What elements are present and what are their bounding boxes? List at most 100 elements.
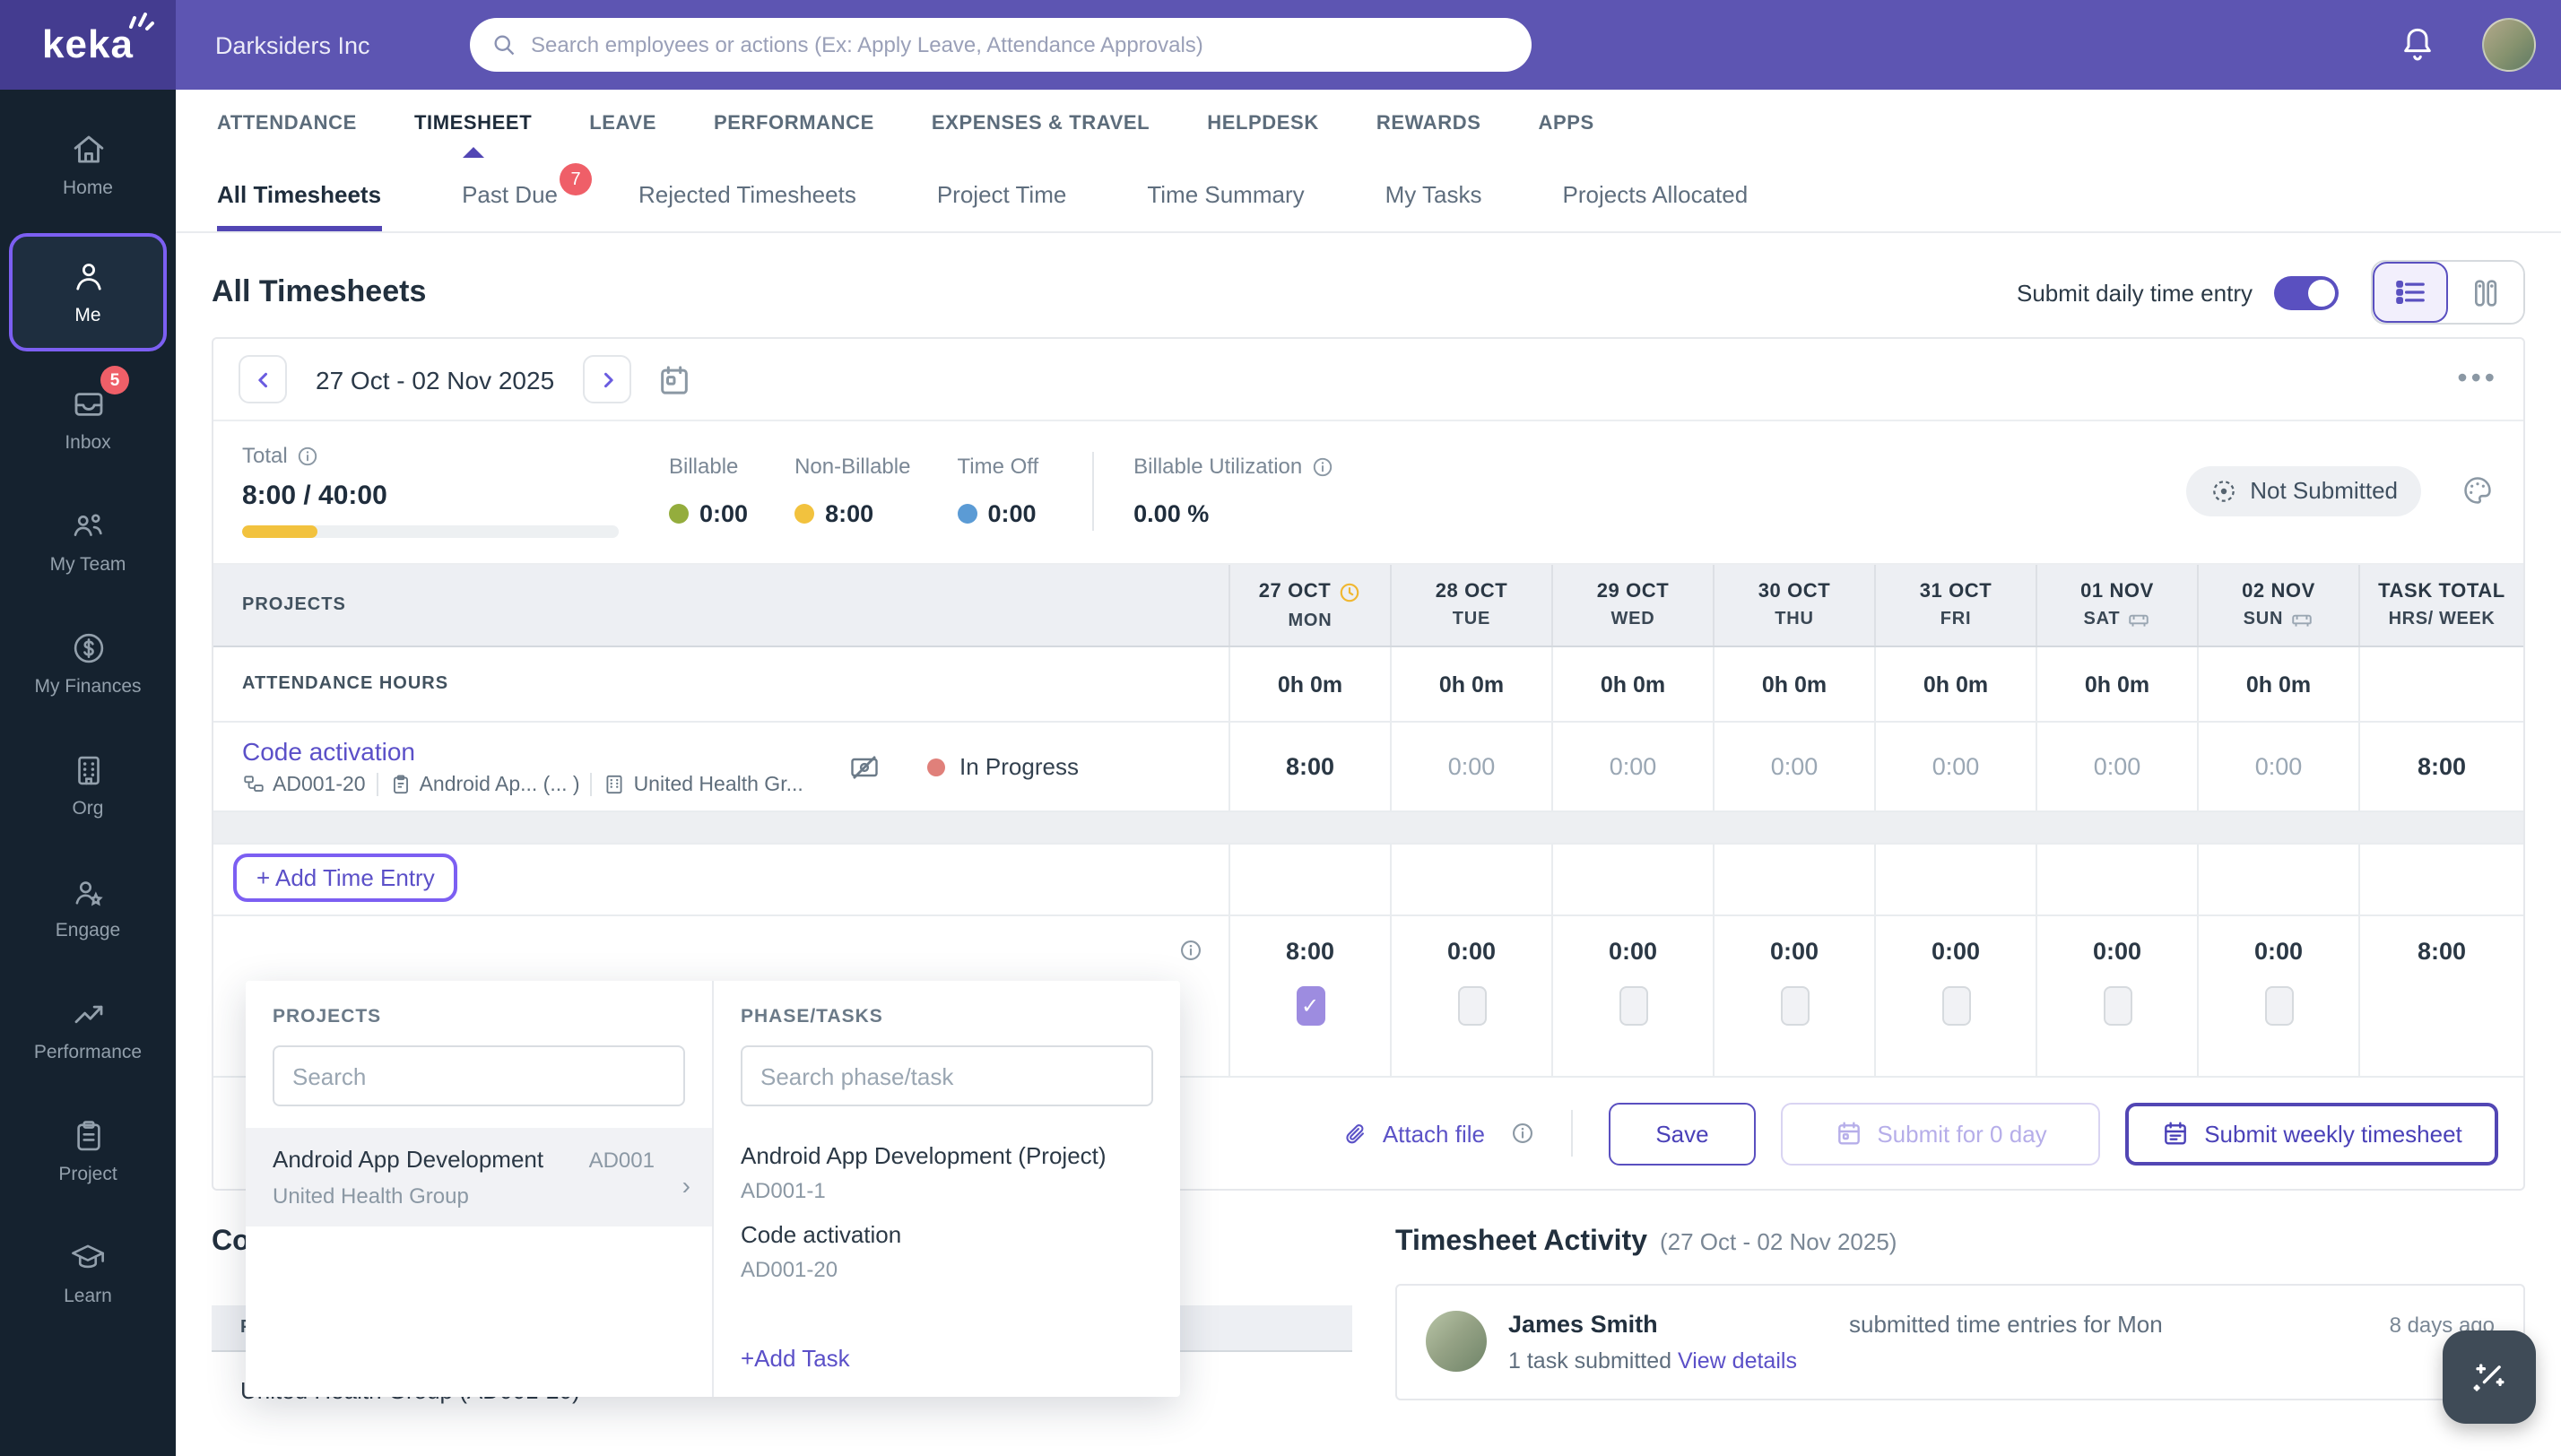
submit-for-day-button[interactable]: Submit for 0 day	[1781, 1102, 2100, 1165]
save-button[interactable]: Save	[1609, 1102, 1756, 1165]
info-icon[interactable]	[1178, 938, 1203, 963]
time-cell[interactable]: 0:00	[2197, 723, 2358, 810]
user-avatar[interactable]	[2482, 18, 2536, 72]
task-code: AD001-20	[273, 774, 366, 795]
day-header-tue: 28 OCT TUE	[1390, 565, 1551, 646]
sidebar-item-home[interactable]: Home	[0, 104, 176, 226]
status-badge: Not Submitted	[2185, 465, 2421, 516]
task-title-link[interactable]: Code activation	[242, 737, 834, 766]
entry-day-cell[interactable]: 0:00	[1390, 916, 1551, 1076]
entry-day-cell[interactable]: 0:00	[1551, 916, 1713, 1076]
search-input[interactable]	[531, 32, 1510, 57]
attendance-value: 0h 0m	[2245, 672, 2312, 697]
tab-performance[interactable]: PERFORMANCE	[714, 90, 874, 158]
sidebar-item-performance[interactable]: Performance	[0, 968, 176, 1090]
logo-text: keka	[42, 22, 134, 66]
task-search-input[interactable]	[741, 1045, 1153, 1106]
calendar-picker-icon[interactable]	[656, 361, 692, 397]
list-view-icon	[2396, 281, 2425, 304]
total-progress-bar	[242, 525, 619, 538]
company-name: Darksiders Inc	[215, 31, 370, 58]
projects-panel: PROJECTS Android App Development AD001 U…	[246, 981, 712, 1397]
subtab-time-summary[interactable]: Time Summary	[1147, 158, 1304, 231]
project-search-input[interactable]	[273, 1045, 685, 1106]
tab-leave[interactable]: LEAVE	[589, 90, 656, 158]
tab-expenses-travel[interactable]: EXPENSES & TRAVEL	[932, 90, 1150, 158]
subtab-projects-allocated[interactable]: Projects Allocated	[1563, 158, 1749, 231]
info-icon[interactable]	[1311, 455, 1334, 478]
add-time-entry-button[interactable]: + Add Time Entry	[233, 854, 458, 902]
person-icon	[75, 264, 100, 290]
subtab-all-timesheets[interactable]: All Timesheets	[217, 158, 381, 231]
tab-rewards[interactable]: REWARDS	[1376, 90, 1481, 158]
subtab-my-tasks[interactable]: My Tasks	[1385, 158, 1482, 231]
time-cell[interactable]: 0:00	[2036, 723, 2197, 810]
task-option-project[interactable]: Android App Development (Project) AD001-…	[714, 1124, 1180, 1203]
notifications-bell-icon[interactable]	[2400, 25, 2435, 65]
info-icon[interactable]	[1510, 1121, 1535, 1146]
entry-day-cell[interactable]: 0:00	[2036, 916, 2197, 1076]
previous-week-button[interactable]	[239, 355, 287, 403]
learn-cap-icon	[72, 1244, 104, 1269]
tab-apps[interactable]: APPS	[1539, 90, 1594, 158]
sidebar-item-project[interactable]: Project	[0, 1090, 176, 1212]
week-menu-dots[interactable]: •••	[2457, 363, 2498, 395]
stats-row: Total 8:00 / 40:00 Billable 0:00 Non-Bil…	[213, 421, 2523, 565]
time-cell[interactable]: 8:00	[1228, 723, 1390, 810]
info-icon[interactable]	[297, 444, 320, 467]
tab-attendance[interactable]: ATTENDANCE	[217, 90, 357, 158]
task-option-code-activation[interactable]: Code activation AD001-20	[714, 1203, 1180, 1282]
sidebar-item-my-finances[interactable]: My Finances	[0, 602, 176, 724]
entry-day-cell[interactable]: 0:00	[2197, 916, 2358, 1076]
subtab-project-time[interactable]: Project Time	[937, 158, 1067, 231]
assistant-fab-button[interactable]	[2443, 1330, 2536, 1424]
submit-daily-toggle[interactable]	[2274, 275, 2339, 309]
day-checkbox[interactable]	[1457, 986, 1486, 1026]
board-view-button[interactable]	[2448, 262, 2523, 323]
day-checkbox[interactable]	[1296, 986, 1324, 1026]
non-billable-label: Non-Billable	[794, 454, 911, 479]
time-cell[interactable]: 0:00	[1390, 723, 1551, 810]
attendance-value: 0h 0m	[1277, 672, 1343, 697]
sidebar-item-org[interactable]: Org	[0, 724, 176, 846]
submit-weekly-timesheet-button[interactable]: Submit weekly timesheet	[2125, 1102, 2498, 1165]
non-billable-value: 8:00	[825, 500, 874, 527]
project-option-android-app-development[interactable]: Android App Development AD001 United Hea…	[246, 1128, 712, 1226]
in-progress-dot	[927, 758, 945, 776]
day-header-wed: 29 OCT WED	[1551, 565, 1713, 646]
time-cell[interactable]: 0:00	[1874, 723, 2036, 810]
entry-day-cell[interactable]: 8:00	[1228, 916, 1390, 1076]
palette-icon[interactable]	[2461, 473, 2495, 507]
search-icon	[494, 35, 515, 56]
list-view-button[interactable]	[2373, 262, 2448, 323]
time-cell[interactable]: 0:00	[1551, 723, 1713, 810]
add-task-link[interactable]: +Add Task	[714, 1320, 1180, 1397]
entry-day-cell[interactable]: 0:00	[1874, 916, 2036, 1076]
sidebar-item-my-team[interactable]: My Team	[0, 481, 176, 602]
tab-timesheet[interactable]: TIMESHEET	[414, 90, 532, 158]
sidebar-item-inbox[interactable]: 5 Inbox	[0, 359, 176, 481]
phase-tasks-panel-label: PHASE/TASKS	[741, 1006, 883, 1027]
entry-day-cell[interactable]: 0:00	[1713, 916, 1874, 1076]
subtab-past-due[interactable]: Past Due 7	[462, 158, 593, 231]
keka-logo[interactable]: keka	[0, 0, 176, 90]
time-off-label: Time Off	[957, 454, 1039, 479]
day-checkbox[interactable]	[1619, 986, 1647, 1026]
global-search[interactable]	[470, 18, 1532, 72]
next-week-button[interactable]	[583, 355, 632, 403]
sidebar-item-engage[interactable]: Engage	[0, 846, 176, 968]
day-checkbox[interactable]	[2264, 986, 2293, 1026]
not-submitted-icon	[2212, 480, 2235, 501]
sidebar-item-me[interactable]: Me	[9, 233, 167, 351]
task-code-icon	[244, 776, 264, 792]
view-details-link[interactable]: View details	[1678, 1348, 1797, 1374]
day-checkbox[interactable]	[1941, 986, 1970, 1026]
day-checkbox[interactable]	[1780, 986, 1809, 1026]
entry-total: 8:00	[2417, 938, 2467, 965]
day-checkbox[interactable]	[2103, 986, 2131, 1026]
time-cell[interactable]: 0:00	[1713, 723, 1874, 810]
subtab-rejected-timesheets[interactable]: Rejected Timesheets	[638, 158, 856, 231]
sidebar-item-learn[interactable]: Learn	[0, 1212, 176, 1334]
attach-file-button[interactable]: Attach file	[1343, 1120, 1485, 1147]
tab-helpdesk[interactable]: HELPDESK	[1207, 90, 1319, 158]
